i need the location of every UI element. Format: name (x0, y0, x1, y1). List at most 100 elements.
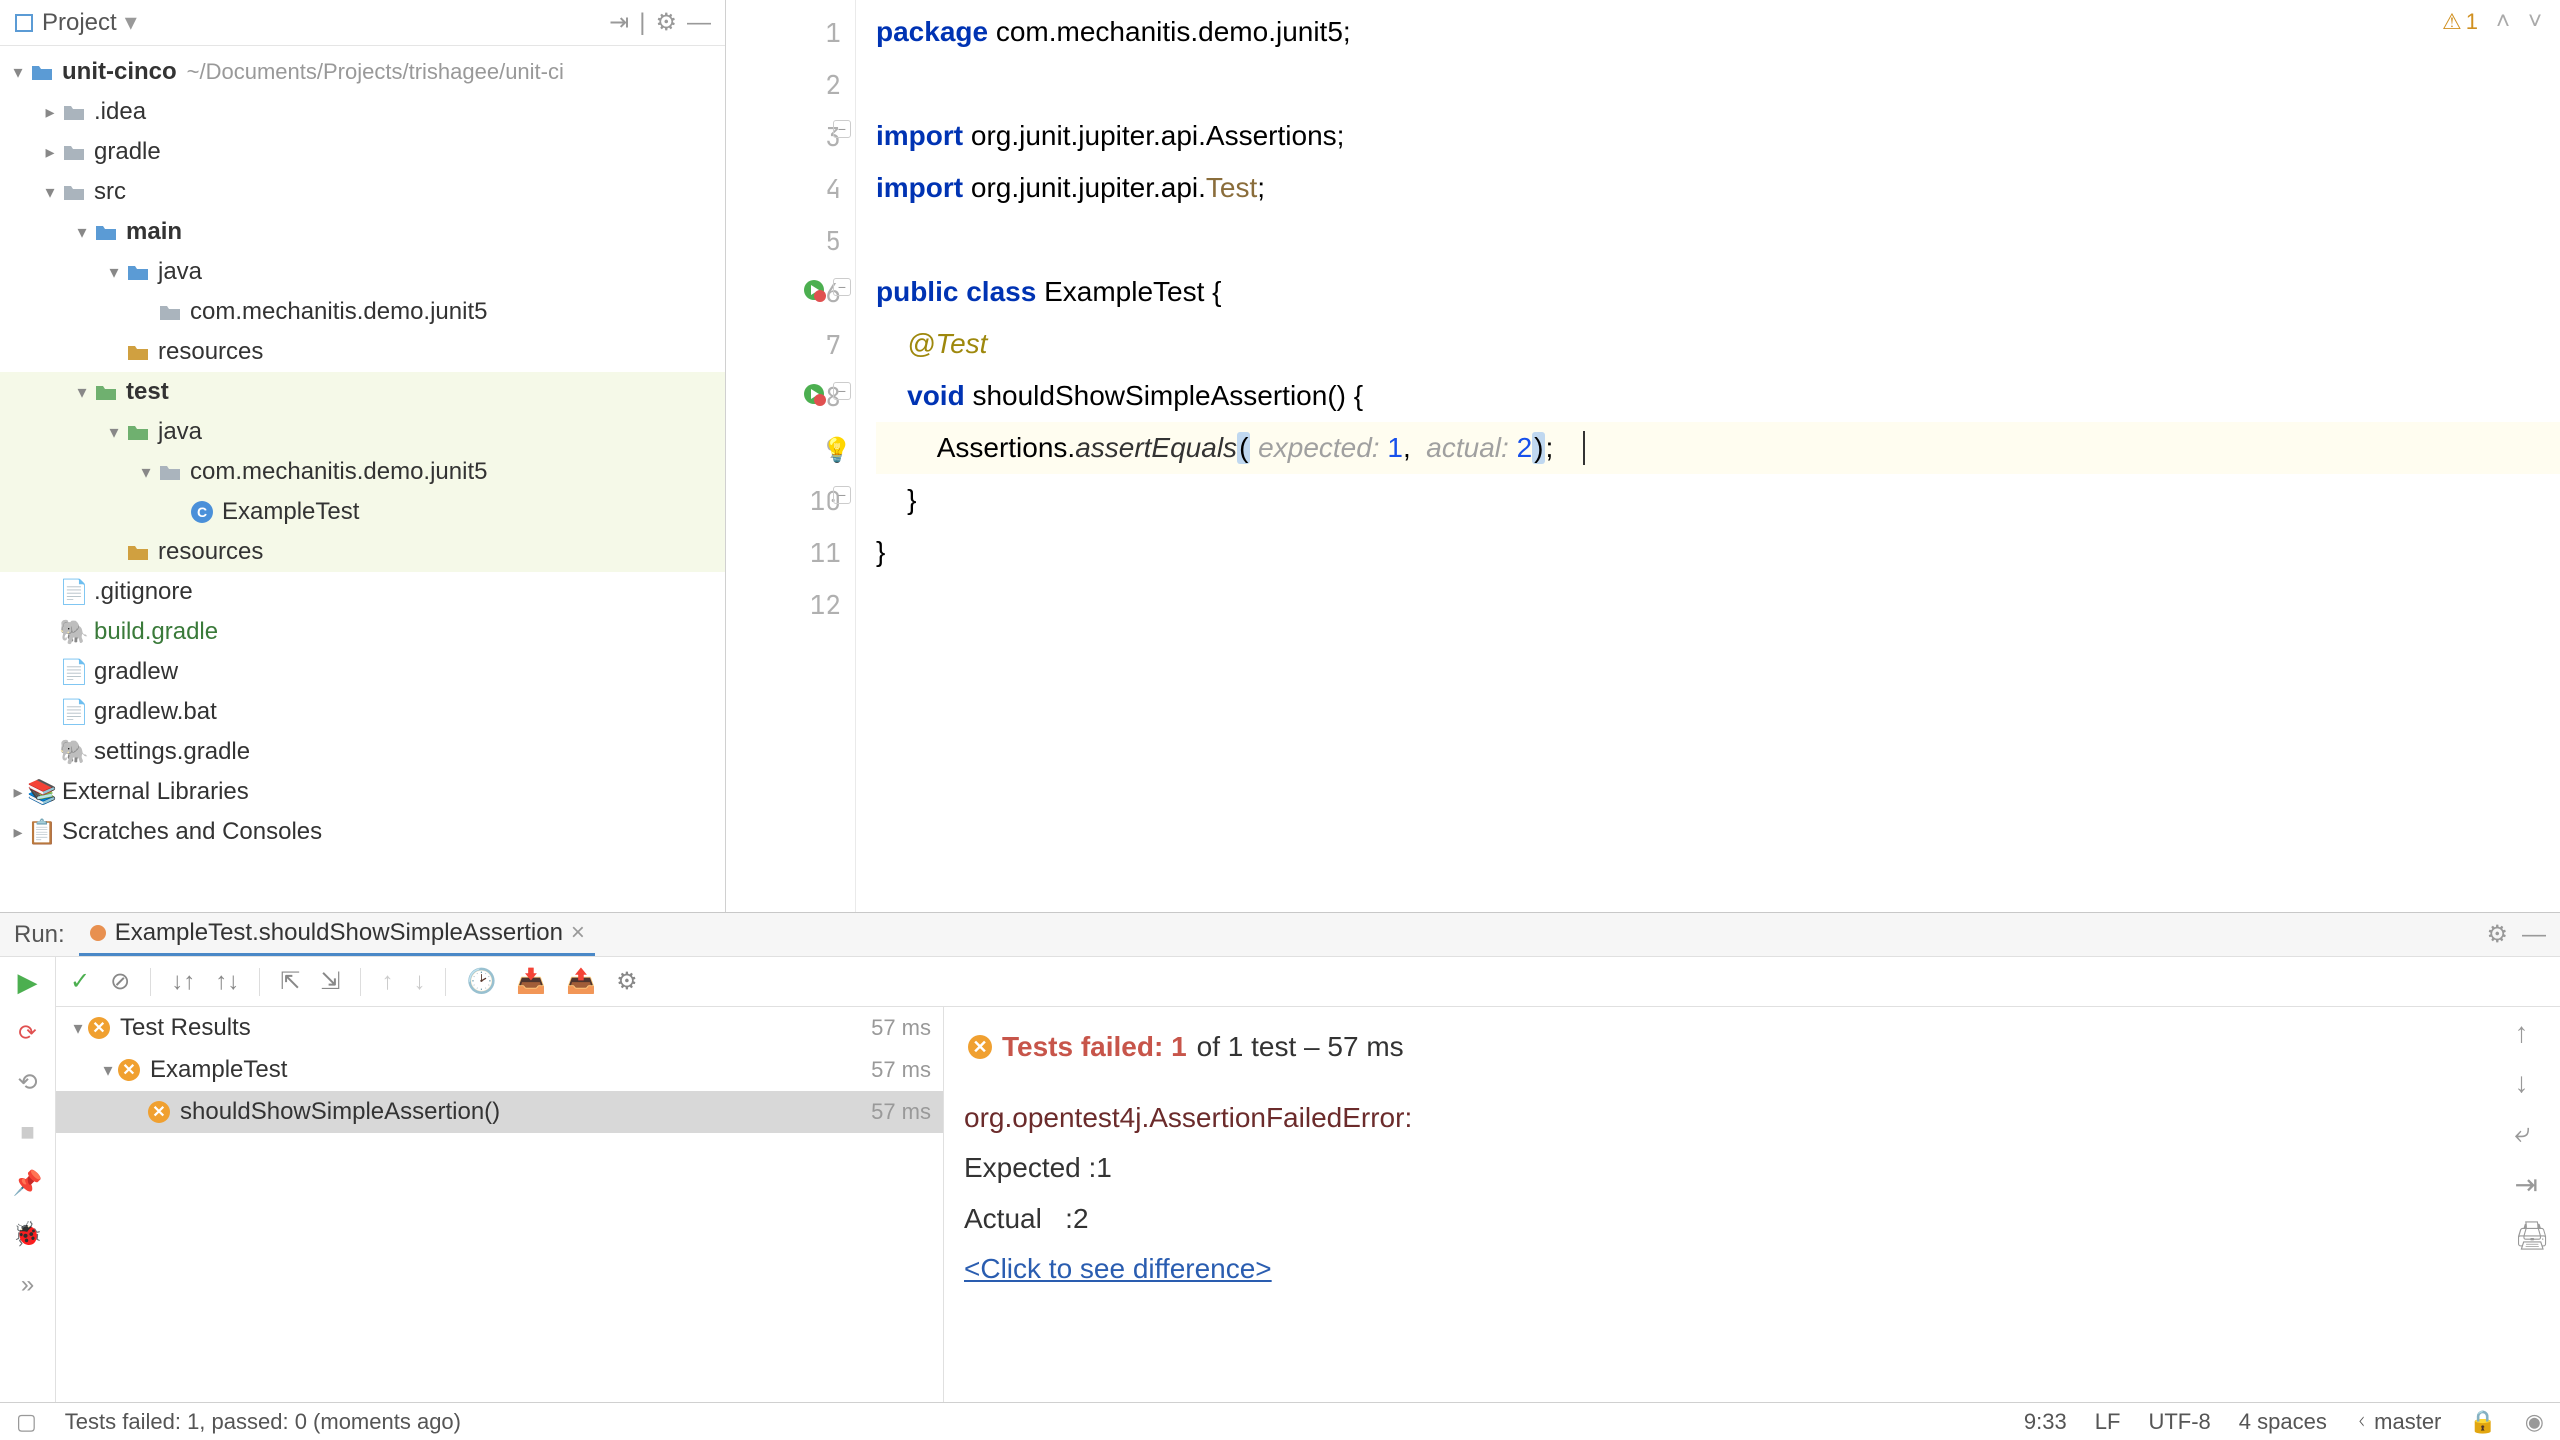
git-branch[interactable]: ᚲ master (2355, 1409, 2442, 1435)
error-line: org.opentest4j.AssertionFailedError: (964, 1102, 1412, 1133)
pin-icon[interactable]: 📌 (13, 1169, 43, 1198)
test-summary: ✕ Tests failed: 1 of 1 test – 57 ms (964, 1031, 2540, 1063)
fail-icon: ✕ (968, 1035, 992, 1059)
indent-setting[interactable]: 4 spaces (2239, 1409, 2327, 1435)
actual-line: Actual :2 (964, 1203, 1089, 1234)
tree-node-gradlew[interactable]: 📄gradlew (0, 652, 725, 692)
collapse-icon[interactable]: ⇥ (609, 8, 629, 37)
scroll-up-icon[interactable]: ↑ (2514, 1017, 2550, 1049)
sort-up-icon[interactable]: ↑↓ (215, 968, 239, 996)
expected-line: Expected :1 (964, 1152, 1112, 1183)
tree-label: .gitignore (94, 578, 193, 606)
chevron-down-icon: ▾ (72, 382, 92, 403)
tree-root[interactable]: ▾unit-cinco~/Documents/Projects/trishage… (0, 52, 725, 92)
tree-node-extlib[interactable]: ▸📚External Libraries (0, 772, 725, 812)
tree-node-idea[interactable]: ▸.idea (0, 92, 725, 132)
minimize-icon[interactable]: — (687, 9, 711, 37)
run-tab[interactable]: ExampleTest.shouldShowSimpleAssertion × (79, 913, 595, 956)
scroll-down-icon[interactable]: ↓ (2514, 1067, 2550, 1099)
tree-node-scratches[interactable]: ▸📋Scratches and Consoles (0, 812, 725, 852)
tree-node-test-pkg[interactable]: ▾com.mechanitis.demo.junit5 (0, 452, 725, 492)
tree-node-test-java[interactable]: ▾java (0, 412, 725, 452)
tree-node-test-res[interactable]: resources (0, 532, 725, 572)
file-encoding[interactable]: UTF-8 (2148, 1409, 2210, 1435)
tree-node-main-java[interactable]: ▾java (0, 252, 725, 292)
more-icon[interactable]: » (21, 1271, 34, 1299)
show-ignored-icon[interactable]: ⊘ (110, 967, 130, 996)
inspect-icon[interactable]: ◉ (2525, 1409, 2544, 1435)
code-editor[interactable]: package com.mechanitis.demo.junit5; impo… (856, 0, 2560, 912)
prev-highlight-icon[interactable]: ˄ (2496, 8, 2510, 36)
tool-window-icon[interactable]: ▢ (16, 1409, 37, 1435)
source-folder-icon (94, 222, 118, 242)
test-class[interactable]: ▾✕ExampleTest57 ms (56, 1049, 943, 1091)
chevron-down-icon: ▾ (8, 62, 28, 83)
scroll-to-end-icon[interactable]: ⇥ (2514, 1168, 2550, 1201)
print-icon[interactable]: 🖨 (2514, 1219, 2550, 1252)
line-number: 12 (726, 578, 855, 630)
fold-icon[interactable]: − (833, 382, 851, 400)
tree-node-main-res[interactable]: resources (0, 332, 725, 372)
source-folder-icon (126, 262, 150, 282)
settings-icon[interactable]: ⚙ (616, 967, 638, 996)
test-root[interactable]: ▾✕Test Results57 ms (56, 1007, 943, 1049)
import-icon[interactable]: 📥 (516, 967, 546, 996)
tree-node-main[interactable]: ▾main (0, 212, 725, 252)
status-message: Tests failed: 1, passed: 0 (moments ago) (65, 1409, 461, 1435)
line-separator[interactable]: LF (2095, 1409, 2121, 1435)
gear-icon[interactable]: ⚙ (655, 8, 677, 37)
show-passed-icon[interactable]: ✓ (70, 967, 90, 996)
toggle-auto-icon[interactable]: ⟲ (17, 1068, 37, 1097)
warning-badge[interactable]: ⚠ 1 (2442, 9, 2478, 35)
test-results-tree[interactable]: ▾✕Test Results57 ms ▾✕ExampleTest57 ms ✕… (56, 1007, 944, 1402)
rerun-failed-icon[interactable]: ⟳ (18, 1020, 36, 1046)
project-tree[interactable]: ▾unit-cinco~/Documents/Projects/trishage… (0, 46, 725, 912)
export-icon[interactable]: 📤 (566, 967, 596, 996)
close-tab-icon[interactable]: × (571, 919, 585, 947)
tree-node-gradlewbat[interactable]: 📄gradlew.bat (0, 692, 725, 732)
stop-icon[interactable]: ■ (20, 1119, 35, 1147)
tree-node-src[interactable]: ▾src (0, 172, 725, 212)
tree-label: resources (158, 538, 263, 566)
rerun-icon[interactable]: ▶ (18, 967, 38, 998)
tree-label: .idea (94, 98, 146, 126)
fold-icon[interactable]: − (833, 486, 851, 504)
tree-node-main-pkg[interactable]: com.mechanitis.demo.junit5 (0, 292, 725, 332)
run-tool-window: Run: ExampleTest.shouldShowSimpleAsserti… (0, 912, 2560, 1402)
run-test-icon[interactable] (802, 382, 826, 406)
diff-link[interactable]: <Click to see difference> (964, 1253, 1272, 1284)
tree-node-test-file[interactable]: CExampleTest (0, 492, 725, 532)
test-time: 57 ms (871, 1099, 931, 1125)
intention-bulb-icon[interactable]: 💡 (822, 436, 852, 465)
fold-icon[interactable]: − (833, 120, 851, 138)
line-number: 5 (726, 214, 855, 266)
lock-icon[interactable]: 🔒 (2469, 1409, 2496, 1435)
sort-down-icon[interactable]: ↓↑ (171, 968, 195, 996)
line-number: 1 (726, 6, 855, 58)
expand-all-icon[interactable]: ⇱ (280, 967, 300, 996)
next-highlight-icon[interactable]: ˅ (2528, 8, 2542, 36)
gear-icon[interactable]: ⚙ (2486, 920, 2508, 949)
run-class-icon[interactable] (802, 278, 826, 302)
tree-node-gradle[interactable]: ▸gradle (0, 132, 725, 172)
tree-node-test[interactable]: ▾test (0, 372, 725, 412)
caret-position[interactable]: 9:33 (2024, 1409, 2067, 1435)
next-icon[interactable]: ↓ (413, 968, 425, 996)
sidebar-title[interactable]: Project ▾ (14, 8, 137, 37)
test-console[interactable]: ✕ Tests failed: 1 of 1 test – 57 ms org.… (944, 1007, 2560, 1402)
test-config-icon (89, 924, 107, 942)
test-method[interactable]: ✕shouldShowSimpleAssertion()57 ms (56, 1091, 943, 1133)
fold-icon[interactable]: − (833, 278, 851, 296)
tree-node-buildgradle[interactable]: 🐘build.gradle (0, 612, 725, 652)
tree-node-settingsgradle[interactable]: 🐘settings.gradle (0, 732, 725, 772)
tree-label: External Libraries (62, 778, 249, 806)
dump-icon[interactable]: 🐞 (13, 1220, 43, 1249)
tree-node-gitignore[interactable]: 📄.gitignore (0, 572, 725, 612)
tree-label: src (94, 178, 126, 206)
soft-wrap-icon[interactable]: ⤶ (2514, 1117, 2550, 1150)
test-source-folder-icon (126, 422, 150, 442)
minimize-icon[interactable]: — (2522, 921, 2546, 949)
test-history-icon[interactable]: 🕑 (466, 967, 496, 996)
prev-icon[interactable]: ↑ (381, 968, 393, 996)
collapse-all-icon[interactable]: ⇲ (320, 967, 340, 996)
